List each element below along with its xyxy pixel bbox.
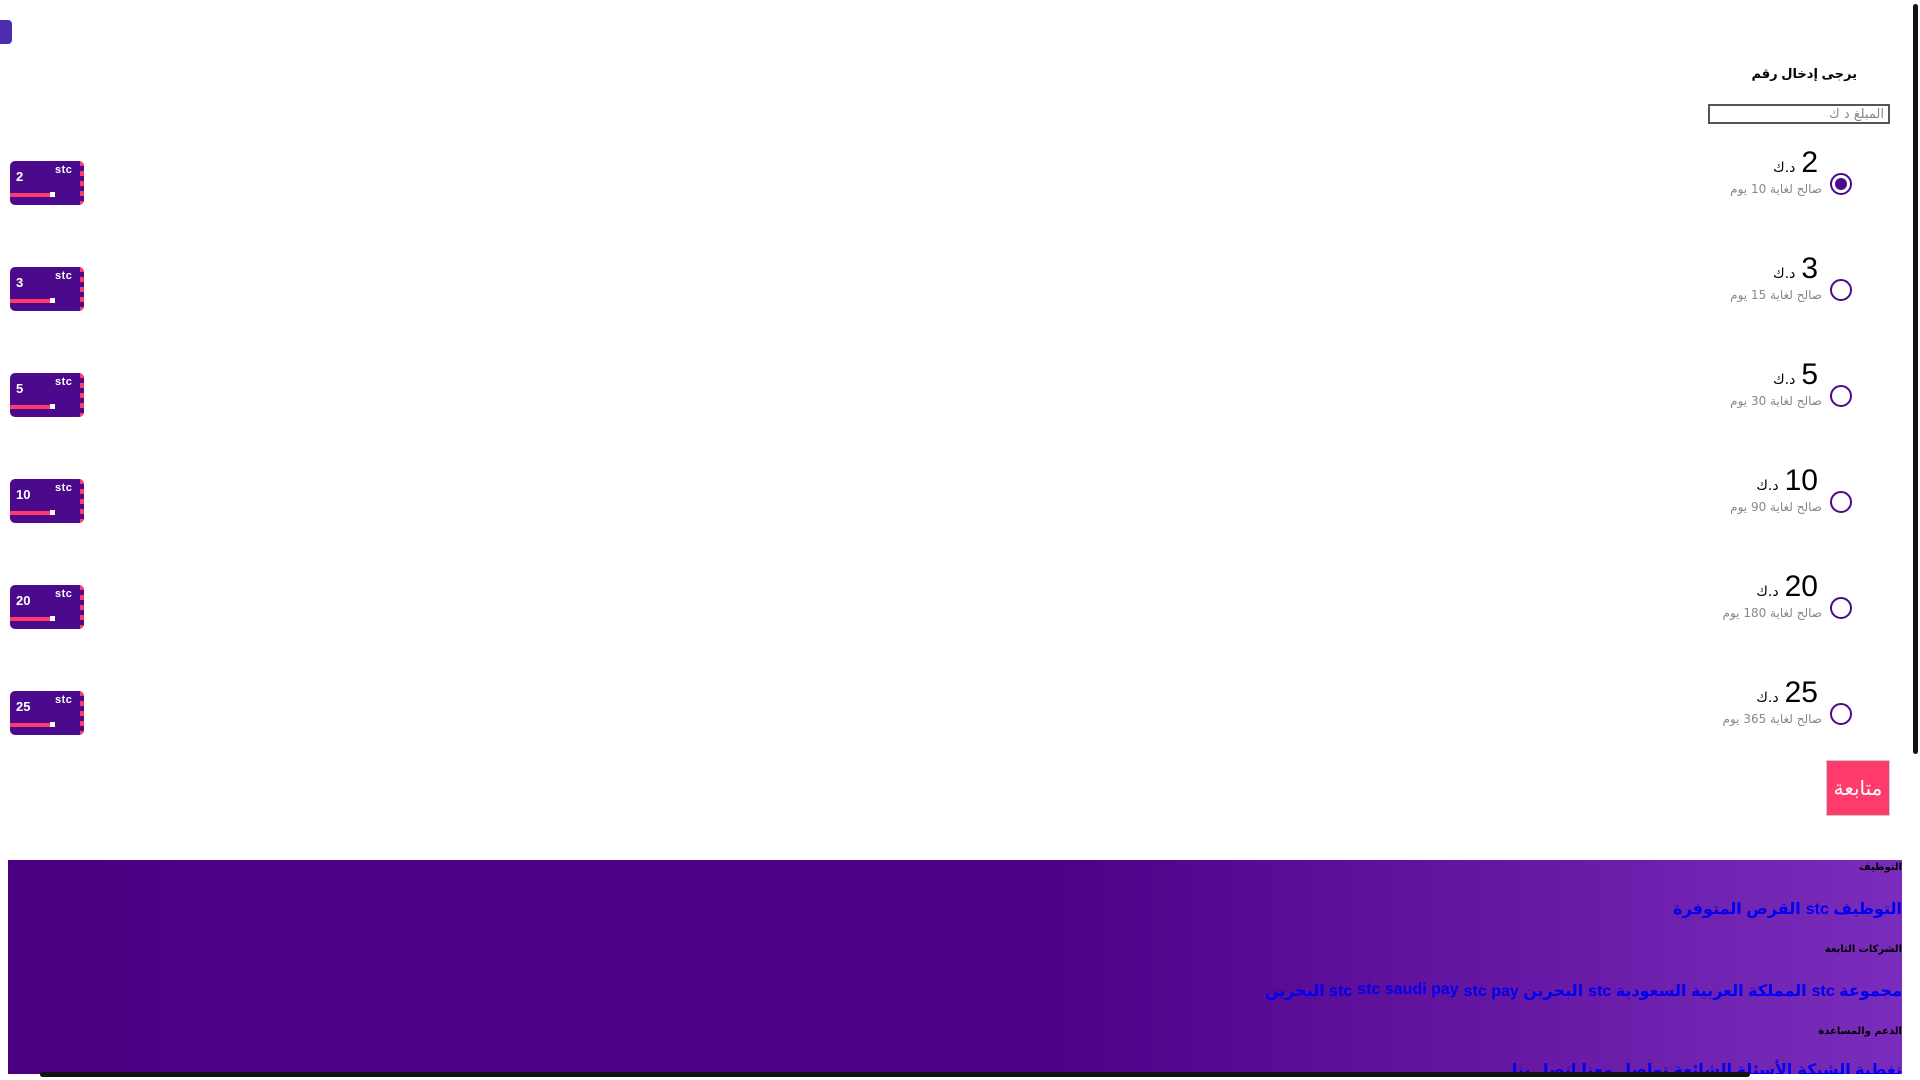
stc-recharge-card-icon: stc 20	[10, 585, 84, 629]
card-stripe	[10, 193, 50, 197]
continue-button[interactable]: متابعة	[1826, 760, 1890, 816]
card-amount: 2	[16, 169, 24, 184]
amount-input[interactable]	[1708, 104, 1890, 124]
stc-logo: stc	[55, 694, 73, 706]
card-dot	[50, 298, 55, 303]
card-dot	[50, 192, 55, 197]
option-amount: 20 د.ك	[1756, 570, 1818, 604]
option-amount-value: 2	[1801, 146, 1818, 179]
card-amount: 5	[16, 381, 24, 396]
stc-recharge-card-icon: stc 5	[10, 373, 84, 417]
card-stripe	[10, 617, 50, 621]
side-panel-toggle[interactable]	[0, 20, 12, 44]
option-currency: د.ك	[1756, 584, 1779, 600]
option-radio[interactable]	[1830, 385, 1852, 407]
footer-companies-title: الشركات التابعة	[1824, 944, 1902, 955]
option-radio[interactable]	[1830, 703, 1852, 725]
footer-link-stc-group[interactable]: مجموعة stc	[1812, 981, 1902, 1001]
card-dot	[50, 510, 55, 515]
card-dot	[50, 404, 55, 409]
option-validity: صالح لغاية 365 يوم	[1722, 712, 1822, 726]
option-radio[interactable]	[1830, 491, 1852, 513]
site-footer: التوظيف التوظيف stc القرص المتوفرة الشرك…	[8, 860, 1902, 1074]
option-amount-value: 5	[1801, 358, 1818, 391]
option-amount-value: 20	[1784, 570, 1818, 603]
option-validity: صالح لغاية 10 يوم	[1730, 182, 1822, 196]
footer-link-stc-saudi[interactable]: المملكة العربية السعودية stc	[1588, 981, 1806, 1001]
card-amount: 10	[16, 487, 31, 502]
recharge-option[interactable]: stc 5 5 د.ك صالح لغاية 30 يوم	[0, 356, 1920, 446]
card-dot	[50, 616, 55, 621]
amount-prompt: يرجى إدخال رقم	[1751, 66, 1857, 81]
footer-link-opportunities[interactable]: القرص المتوفرة	[1673, 899, 1801, 919]
card-stripe	[10, 405, 50, 409]
option-validity: صالح لغاية 15 يوم	[1730, 288, 1822, 302]
card-amount: 20	[16, 593, 31, 608]
option-validity: صالح لغاية 180 يوم	[1722, 606, 1822, 620]
stc-logo: stc	[55, 164, 73, 176]
card-stripe	[10, 299, 50, 303]
footer-careers-title: التوظيف	[1859, 862, 1902, 873]
vertical-scrollbar[interactable]	[1913, 4, 1918, 754]
option-currency: د.ك	[1773, 266, 1796, 282]
option-amount: 3 د.ك	[1773, 252, 1818, 286]
footer-support-title: الدعم والمساعدة	[1818, 1026, 1902, 1037]
footer-link-stc-pay-bahrain[interactable]: البحرين stc pay	[1464, 981, 1584, 1001]
option-amount: 10 د.ك	[1756, 464, 1818, 498]
option-validity: صالح لغاية 30 يوم	[1730, 394, 1822, 408]
option-amount: 5 د.ك	[1773, 358, 1818, 392]
card-stripe	[10, 511, 50, 515]
option-radio[interactable]	[1830, 279, 1852, 301]
option-radio[interactable]	[1830, 173, 1852, 195]
recharge-option[interactable]: stc 25 25 د.ك صالح لغاية 365 يوم	[0, 674, 1920, 764]
card-dot	[50, 722, 55, 727]
card-amount: 25	[16, 699, 31, 714]
option-currency: د.ك	[1756, 690, 1779, 706]
stc-recharge-card-icon: stc 10	[10, 479, 84, 523]
footer-link-coverage[interactable]: تغطية الشبكة	[1797, 1060, 1902, 1074]
stc-recharge-card-icon: stc 25	[10, 691, 84, 735]
stc-logo: stc	[55, 588, 73, 600]
horizontal-scrollbar[interactable]	[40, 1072, 1750, 1077]
option-amount-value: 10	[1784, 464, 1818, 497]
option-currency: د.ك	[1773, 160, 1796, 176]
footer-companies-links: مجموعة stc المملكة العربية السعودية stc …	[1265, 981, 1902, 1001]
recharge-option[interactable]: stc 20 20 د.ك صالح لغاية 180 يوم	[0, 568, 1920, 658]
footer-link-stc-careers[interactable]: التوظيف stc	[1806, 899, 1902, 919]
recharge-option[interactable]: stc 3 3 د.ك صالح لغاية 15 يوم	[0, 250, 1920, 340]
option-amount-value: 25	[1784, 676, 1818, 709]
stc-logo: stc	[55, 482, 73, 494]
option-validity: صالح لغاية 90 يوم	[1730, 500, 1822, 514]
stc-logo: stc	[55, 376, 73, 388]
card-stripe	[10, 723, 50, 727]
option-amount: 25 د.ك	[1756, 676, 1818, 710]
stc-recharge-card-icon: stc 3	[10, 267, 84, 311]
option-currency: د.ك	[1756, 478, 1779, 494]
option-amount: 2 د.ك	[1773, 146, 1818, 180]
card-amount: 3	[16, 275, 24, 290]
footer-link-stc-bahrain[interactable]: stc البحرين	[1265, 981, 1352, 1001]
option-currency: د.ك	[1773, 372, 1796, 388]
footer-link-stc-saudi-pay[interactable]: stc saudi pay	[1357, 981, 1458, 1001]
footer-careers-links: التوظيف stc القرص المتوفرة	[1673, 899, 1902, 919]
option-amount-value: 3	[1801, 252, 1818, 285]
stc-logo: stc	[55, 270, 73, 282]
recharge-option[interactable]: stc 2 2 د.ك صالح لغاية 10 يوم	[0, 144, 1920, 234]
recharge-option[interactable]: stc 10 10 د.ك صالح لغاية 90 يوم	[0, 462, 1920, 552]
stc-recharge-card-icon: stc 2	[10, 161, 84, 205]
option-radio[interactable]	[1830, 597, 1852, 619]
